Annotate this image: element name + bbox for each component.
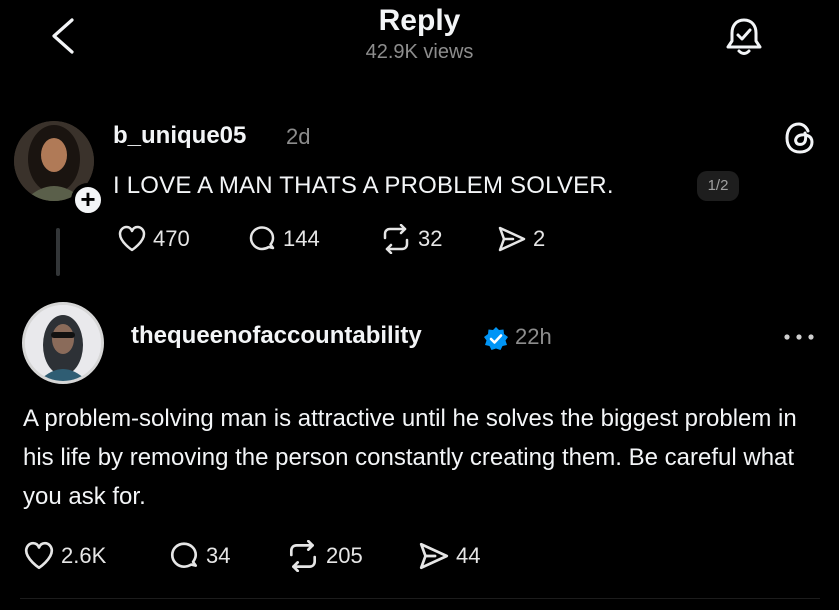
more-icon xyxy=(784,334,814,340)
avatar[interactable] xyxy=(22,302,104,384)
repost-count: 205 xyxy=(326,543,363,568)
divider xyxy=(20,598,820,599)
profile-photo-icon xyxy=(25,305,101,381)
like-button[interactable]: 2.6K xyxy=(23,540,106,572)
like-count: 470 xyxy=(153,226,190,251)
repost-count: 32 xyxy=(418,226,443,251)
like-count: 2.6K xyxy=(61,543,107,568)
heart-icon xyxy=(118,225,146,252)
verified-icon xyxy=(484,327,508,350)
repost-button[interactable]: 205 xyxy=(286,540,363,572)
threads-logo-icon xyxy=(785,122,814,154)
more-options-button[interactable] xyxy=(781,330,817,344)
view-count: 42.9K views xyxy=(365,41,474,63)
comment-icon xyxy=(170,542,198,568)
post-username[interactable]: thequeenofaccountability xyxy=(131,322,422,350)
comment-button[interactable]: 34 xyxy=(168,540,230,572)
share-count: 44 xyxy=(456,543,481,568)
comment-count: 34 xyxy=(206,543,231,568)
repost-icon xyxy=(289,540,317,572)
repost-button[interactable]: 32 xyxy=(380,224,442,254)
share-button[interactable]: 44 xyxy=(418,540,480,572)
share-icon xyxy=(419,542,449,570)
thread-connector xyxy=(56,228,60,276)
verified-badge xyxy=(483,326,509,352)
bell-icon xyxy=(726,18,762,55)
share-icon xyxy=(498,226,526,252)
post-time: 22h xyxy=(515,324,552,349)
comment-count: 144 xyxy=(283,226,320,251)
post-username[interactable]: b_unique05 xyxy=(113,122,246,150)
repost-icon xyxy=(383,224,409,254)
threads-logo-button[interactable] xyxy=(780,118,820,158)
comment-button[interactable]: 144 xyxy=(247,224,320,254)
like-button[interactable]: 470 xyxy=(117,224,190,254)
page-title: Reply xyxy=(378,4,461,37)
notifications-button[interactable] xyxy=(721,14,767,60)
follow-button[interactable]: + xyxy=(71,183,105,217)
post-text: I LOVE A MAN THATS A PROBLEM SOLVER. xyxy=(113,172,614,199)
share-count: 2 xyxy=(533,226,546,251)
share-button[interactable]: 2 xyxy=(497,224,545,254)
post-text: A problem-solving man is attractive unti… xyxy=(23,405,797,510)
post-time: 2d xyxy=(286,124,311,149)
heart-icon xyxy=(24,541,54,570)
comment-icon xyxy=(249,226,275,251)
thread-page-indicator: 1/2 xyxy=(697,171,739,201)
